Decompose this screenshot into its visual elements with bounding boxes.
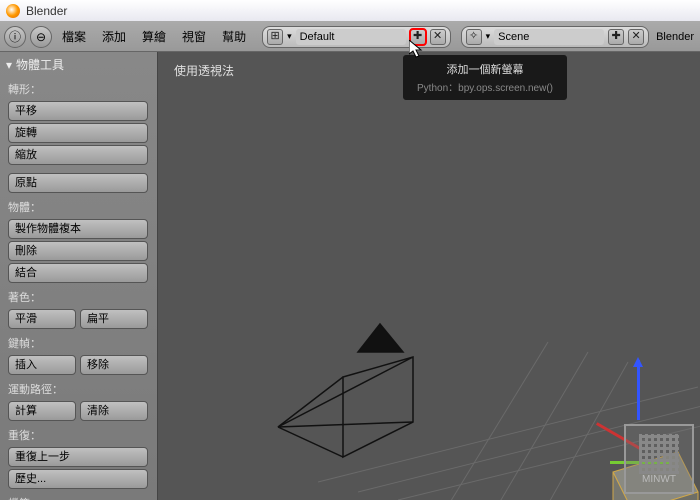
section-object: 物體：	[0, 195, 157, 217]
add-scene-button[interactable]: ✚	[608, 29, 624, 45]
scene-name-field[interactable]: Scene	[494, 29, 604, 45]
section-grease: 蠟筆：	[0, 491, 157, 500]
tooltip-title: 添加一個新螢幕	[417, 61, 553, 77]
section-motion: 運動路徑：	[0, 377, 157, 399]
blender-logo-icon	[6, 4, 20, 18]
remove-key-button[interactable]: 移除	[80, 355, 148, 375]
scale-button[interactable]: 縮放	[8, 145, 148, 165]
editor-type-icon[interactable]: ⓘ	[4, 26, 26, 48]
info-header: ⓘ ⊖ 檔案 添加 算繪 視窗 幫助 ⊞ ▾ Default ✚ ✕ ✧ ▾ S…	[0, 22, 700, 52]
menu-file[interactable]: 檔案	[56, 26, 92, 47]
menu-help[interactable]: 幫助	[216, 26, 252, 47]
rotate-button[interactable]: 旋轉	[8, 123, 148, 143]
render-engine-label: Blender	[656, 31, 696, 43]
axis-z-gizmo[interactable]	[637, 360, 640, 420]
repeat-last-button[interactable]: 重復上一步	[8, 447, 148, 467]
delete-scene-button[interactable]: ✕	[628, 29, 644, 45]
qr-icon	[639, 434, 679, 474]
scene-browse-icon[interactable]: ✧	[466, 29, 482, 45]
menu-render[interactable]: 算繪	[136, 26, 172, 47]
insert-key-button[interactable]: 插入	[8, 355, 76, 375]
window-title: Blender	[26, 4, 67, 18]
tool-shelf: ▾ 物體工具 轉形： 平移 旋轉 縮放 原點 物體： 製作物體複本 刪除 結合 …	[0, 52, 158, 500]
section-keyframe: 鍵幀：	[0, 331, 157, 353]
viewport-scene	[158, 52, 700, 500]
delete-button[interactable]: 刪除	[8, 241, 148, 261]
scene-selector[interactable]: ✧ ▾ Scene ✚ ✕	[461, 26, 650, 48]
section-transform: 轉形：	[0, 77, 157, 99]
section-repeat: 重復：	[0, 423, 157, 445]
tooltip: 添加一個新螢幕 Python：bpy.ops.screen.new()	[402, 54, 568, 101]
flat-button[interactable]: 扁平	[80, 309, 148, 329]
duplicate-button[interactable]: 製作物體複本	[8, 219, 148, 239]
tooltip-python: Python：bpy.ops.screen.new()	[417, 79, 553, 94]
layout-browse-icon[interactable]: ⊞	[267, 29, 283, 45]
panel-title[interactable]: ▾ 物體工具	[0, 52, 157, 77]
origin-button[interactable]: 原點	[8, 173, 148, 193]
history-button[interactable]: 歷史...	[8, 469, 148, 489]
chevron-down-icon: ▾	[486, 31, 491, 42]
translate-button[interactable]: 平移	[8, 101, 148, 121]
clear-path-button[interactable]: 清除	[80, 401, 148, 421]
collapse-menu-icon[interactable]: ⊖	[30, 26, 52, 48]
calc-path-button[interactable]: 計算	[8, 401, 76, 421]
join-button[interactable]: 結合	[8, 263, 148, 283]
chevron-down-icon: ▾	[287, 31, 292, 42]
3d-viewport[interactable]: 使用透視法	[158, 52, 700, 500]
layout-name-field[interactable]: Default	[296, 29, 406, 45]
watermark: MINWT	[624, 424, 694, 494]
smooth-button[interactable]: 平滑	[8, 309, 76, 329]
section-shading: 著色：	[0, 285, 157, 307]
add-screen-button[interactable]: ✚	[410, 29, 426, 45]
window-titlebar: Blender	[0, 0, 700, 22]
menu-window[interactable]: 視窗	[176, 26, 212, 47]
delete-screen-button[interactable]: ✕	[430, 29, 446, 45]
menu-add[interactable]: 添加	[96, 26, 132, 47]
disclosure-down-icon: ▾	[6, 58, 12, 72]
screen-layout-selector[interactable]: ⊞ ▾ Default ✚ ✕	[262, 26, 451, 48]
